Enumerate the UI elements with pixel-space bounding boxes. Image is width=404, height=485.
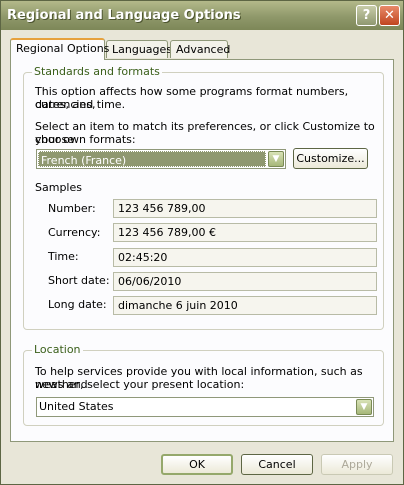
- standards-legend: Standards and formats: [32, 65, 162, 78]
- sample-label-long-date: Long date:: [48, 298, 107, 311]
- help-button[interactable]: ?: [356, 5, 377, 26]
- title-bar[interactable]: Regional and Language Options ? ✕: [1, 1, 403, 30]
- cancel-button[interactable]: Cancel: [241, 454, 313, 475]
- tab-advanced[interactable]: Advanced: [170, 40, 230, 58]
- location-select[interactable]: United States ▼: [36, 397, 374, 417]
- sample-value-long-date: dimanche 6 juin 2010: [113, 296, 377, 315]
- sample-label-currency: Currency:: [48, 226, 101, 239]
- tab-languages[interactable]: Languages: [106, 40, 172, 58]
- ok-button[interactable]: OK: [161, 454, 233, 475]
- standards-description-line2: dates, and time.: [35, 98, 126, 111]
- format-select[interactable]: French (France) ▼: [36, 149, 286, 169]
- location-legend: Location: [32, 343, 83, 356]
- sample-label-time: Time:: [48, 250, 79, 263]
- location-description-line2: weather, select your present location:: [35, 378, 245, 391]
- close-button[interactable]: ✕: [379, 5, 400, 26]
- sample-label-number: Number:: [48, 202, 96, 215]
- tab-panel: Standards and formats This option affect…: [10, 59, 394, 442]
- customize-button[interactable]: Customize...: [293, 148, 368, 169]
- sample-value-number: 123 456 789,00: [113, 199, 377, 218]
- format-select-value: French (France): [38, 151, 266, 167]
- select-instruction-line2: your own formats:: [35, 133, 136, 146]
- apply-button[interactable]: Apply: [321, 454, 393, 475]
- close-icon: ✕: [384, 8, 395, 23]
- dialog-window: Regional and Language Options ? ✕ Region…: [0, 0, 404, 485]
- sample-value-currency: 123 456 789,00 €: [113, 223, 377, 242]
- location-group: Location To help services provide you wi…: [23, 343, 384, 426]
- samples-heading: Samples: [35, 181, 82, 194]
- sample-label-short-date: Short date:: [48, 274, 110, 287]
- chevron-down-icon[interactable]: ▼: [356, 399, 372, 415]
- window-title: Regional and Language Options: [7, 8, 241, 23]
- location-select-value: United States: [39, 400, 114, 413]
- sample-value-time: 02:45:20: [113, 248, 377, 267]
- sample-value-short-date: 06/06/2010: [113, 272, 377, 291]
- chevron-down-icon[interactable]: ▼: [268, 151, 284, 167]
- help-icon: ?: [362, 8, 371, 23]
- tab-regional-options[interactable]: Regional Options: [10, 38, 109, 60]
